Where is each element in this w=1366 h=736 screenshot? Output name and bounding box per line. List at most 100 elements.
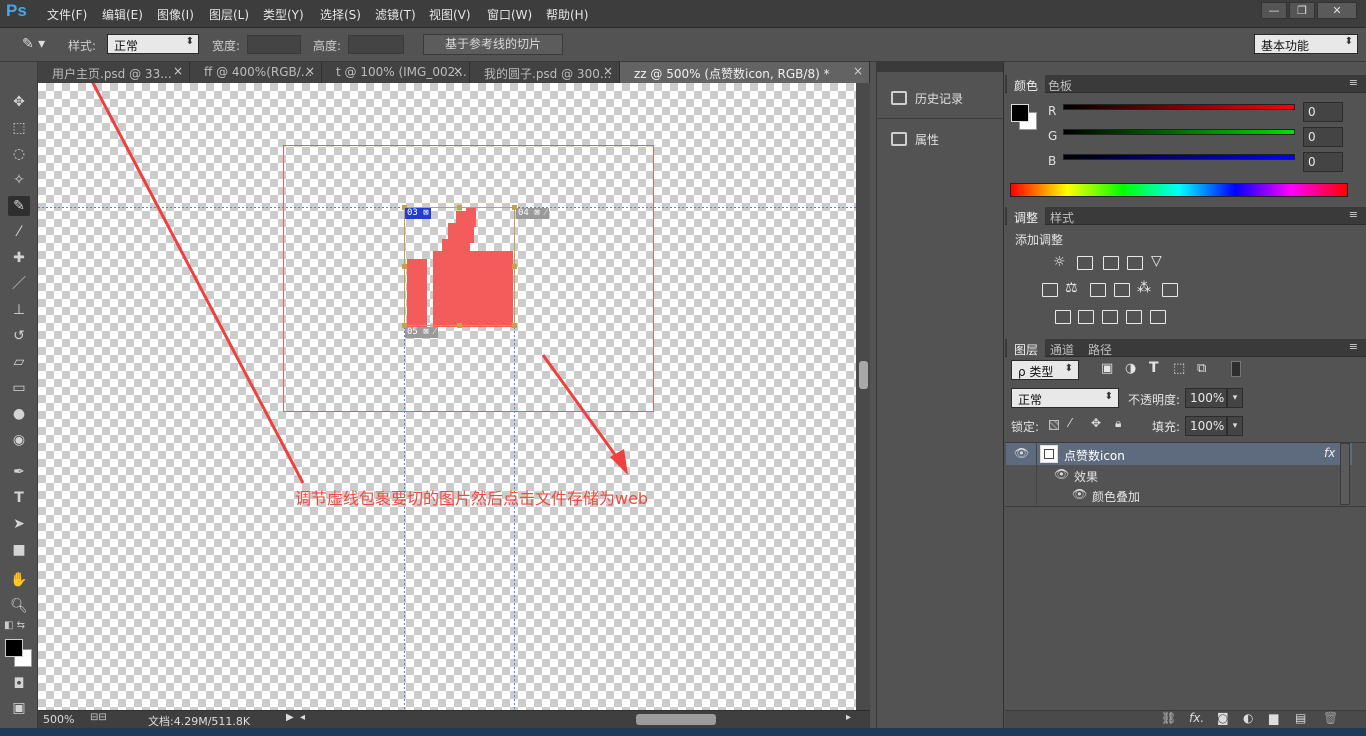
path-select-tool-icon[interactable]: ➤ <box>8 514 30 534</box>
tab-ff[interactable]: ff @ 400%(RGB/... × <box>190 62 322 83</box>
blend-mode-select[interactable]: 正常 ⬍ <box>1011 388 1119 408</box>
channel-mixer-icon[interactable]: ⁂ <box>1137 280 1151 296</box>
new-adjustment-icon[interactable]: ◐ <box>1243 711 1253 725</box>
tab-user-home[interactable]: 用户主页.psd @ 33... × <box>38 62 190 83</box>
menu-layer[interactable]: 图层(L) <box>209 6 249 23</box>
vertical-scrollbar[interactable] <box>856 83 870 710</box>
fill-dropdown-icon[interactable]: ▾ <box>1227 416 1243 436</box>
screen-mode-icon[interactable]: ▣ <box>8 698 30 718</box>
close-icon[interactable]: × <box>305 64 315 78</box>
blue-value[interactable]: 0 <box>1303 152 1343 172</box>
minimize-button[interactable]: — <box>1261 2 1287 19</box>
tab-channels[interactable]: 通道 <box>1043 339 1081 357</box>
menu-file[interactable]: 文件(F) <box>47 6 87 23</box>
close-icon[interactable]: × <box>453 64 463 78</box>
color-overlay-row[interactable]: 👁︎ 颜色叠加 <box>1006 485 1352 505</box>
new-group-icon[interactable]: ▆ <box>1269 711 1278 725</box>
lasso-tool-icon[interactable]: ◌ <box>8 144 30 164</box>
tab-swatches[interactable]: 色板 <box>1041 75 1079 93</box>
brush-tool-icon[interactable]: ／ <box>8 274 30 294</box>
hue-saturation-icon[interactable] <box>1042 283 1058 297</box>
green-value[interactable]: 0 <box>1303 127 1343 147</box>
tab-t[interactable]: t @ 100% (IMG_002... × <box>322 62 470 83</box>
slice-tool-preset-icon[interactable]: ✎ ▾ <box>22 36 52 54</box>
tab-my-circle[interactable]: 我的圆子.psd @ 300... × <box>470 62 620 83</box>
move-tool-icon[interactable]: ✥ <box>8 92 30 112</box>
new-layer-icon[interactable]: ▤ <box>1295 711 1306 725</box>
history-panel-button[interactable]: 历史记录 <box>883 84 1001 114</box>
height-field[interactable] <box>348 35 404 54</box>
type-tool-icon[interactable]: T <box>8 488 30 508</box>
green-slider[interactable] <box>1063 129 1295 135</box>
menu-edit[interactable]: 编辑(E) <box>102 6 143 23</box>
red-value[interactable]: 0 <box>1303 102 1343 122</box>
add-mask-icon[interactable]: ◙ <box>1217 711 1229 725</box>
menu-select[interactable]: 选择(S) <box>320 6 361 23</box>
slice-label-05[interactable]: 05 ⊠ ⁄ <box>405 327 438 338</box>
threshold-icon[interactable] <box>1102 310 1118 324</box>
lock-pixels-icon[interactable]: ⁄ <box>1069 416 1071 430</box>
menu-type[interactable]: 类型(Y) <box>263 6 304 23</box>
fill-input[interactable]: 100% <box>1185 416 1227 436</box>
fx-icon[interactable]: fx <box>1324 446 1335 460</box>
properties-panel-button[interactable]: 属性 <box>883 125 1001 155</box>
brightness-icon[interactable]: ☼ <box>1053 254 1066 270</box>
lock-transparent-icon[interactable] <box>1049 420 1059 430</box>
scroll-thumb[interactable] <box>859 361 868 389</box>
slice-label-03[interactable]: 03 ⊠ <box>405 208 431 219</box>
scroll-left-icon[interactable]: ◂ <box>300 712 305 723</box>
gradient-map-icon[interactable] <box>1150 310 1166 324</box>
close-icon[interactable]: × <box>853 64 863 78</box>
style-select[interactable]: 正常 ⬍ <box>107 34 199 54</box>
menu-window[interactable]: 窗口(W) <box>487 6 532 23</box>
close-button[interactable]: ✕ <box>1317 2 1357 19</box>
eraser-tool-icon[interactable]: ▱ <box>8 352 30 372</box>
tab-layers[interactable]: 图层 <box>1007 339 1046 357</box>
proof-icon[interactable]: ⊟⊟ <box>90 712 107 723</box>
posterize-icon[interactable] <box>1078 310 1094 324</box>
add-style-icon[interactable]: fx. <box>1189 711 1204 725</box>
layer-filter-select[interactable]: ρ 类型 ⬍ <box>1011 360 1079 380</box>
vibrance-icon[interactable]: ▽ <box>1151 253 1162 269</box>
clone-stamp-tool-icon[interactable]: ⊥ <box>8 300 30 320</box>
delete-layer-icon[interactable]: 🗑︎ <box>1323 711 1338 725</box>
tab-styles[interactable]: 样式 <box>1043 207 1081 225</box>
panel-menu-icon[interactable]: ≡ <box>1349 76 1358 89</box>
layer-name[interactable]: 点赞数icon <box>1064 447 1125 464</box>
menu-view[interactable]: 视图(V) <box>429 6 471 23</box>
scroll-right-icon[interactable]: ▸ <box>846 712 851 723</box>
close-icon[interactable]: × <box>603 64 613 78</box>
tab-paths[interactable]: 路径 <box>1081 339 1119 357</box>
slices-from-guides-button[interactable]: 基于参考线的切片 <box>423 34 563 55</box>
zoom-tool-icon[interactable]: 🔍︎ <box>8 596 30 616</box>
tab-color[interactable]: 颜色 <box>1007 75 1046 93</box>
default-colors-icon[interactable]: ◧ ⇆ <box>4 620 25 631</box>
foreground-color-swatch[interactable] <box>5 639 23 657</box>
dodge-tool-icon[interactable]: ◉ <box>8 430 30 450</box>
tab-adjustments[interactable]: 调整 <box>1007 207 1046 225</box>
blur-tool-icon[interactable]: ● <box>8 404 30 424</box>
menu-image[interactable]: 图像(I) <box>157 6 194 23</box>
selective-color-icon[interactable] <box>1126 310 1142 324</box>
levels-icon[interactable] <box>1077 256 1093 270</box>
opacity-dropdown-icon[interactable]: ▾ <box>1227 388 1243 408</box>
red-slider[interactable] <box>1063 104 1295 110</box>
visibility-eye-icon[interactable]: 👁︎ <box>1072 487 1087 501</box>
slice-tool-icon[interactable]: ✎ <box>8 196 30 216</box>
foreground-swatch[interactable] <box>1011 104 1029 122</box>
filter-smart-object-icon[interactable]: ⧉ <box>1197 361 1206 376</box>
exposure-icon[interactable] <box>1127 256 1143 270</box>
panel-menu-icon[interactable]: ≡ <box>1349 340 1358 353</box>
healing-brush-tool-icon[interactable]: ✚ <box>8 248 30 268</box>
curves-icon[interactable] <box>1103 256 1119 270</box>
gradient-tool-icon[interactable]: ▭ <box>8 378 30 398</box>
slice-label-04[interactable]: 04 ⊠ ⁄ <box>516 208 549 219</box>
horizontal-scroll-thumb[interactable] <box>636 714 716 725</box>
quick-mask-icon[interactable]: ◘ <box>8 674 30 694</box>
menu-filter[interactable]: 滤镜(T) <box>375 6 416 23</box>
restore-button[interactable]: ❐ <box>1289 2 1315 19</box>
blue-slider[interactable] <box>1063 154 1295 160</box>
color-balance-icon[interactable]: ⚖ <box>1065 280 1078 296</box>
black-white-icon[interactable] <box>1090 283 1106 297</box>
status-menu-arrow-icon[interactable]: ▶ <box>286 712 294 723</box>
